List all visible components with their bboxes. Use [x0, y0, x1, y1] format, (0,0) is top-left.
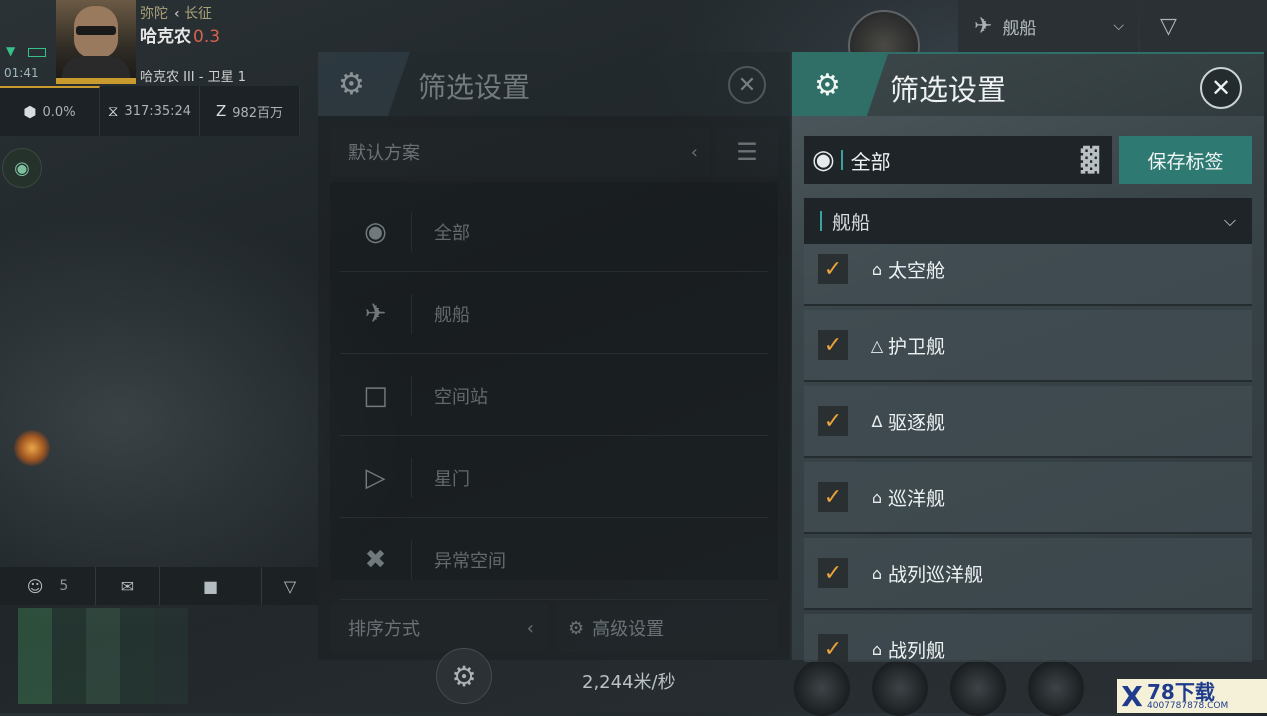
filter-settings-panel-background: ⚙ 筛选设置 ✕ 默认方案 ‹ ☰ ◉ 全部 ✈ 舰船 □ 空间站 ▷ 星门 ✖ 异常空间 …	[318, 52, 790, 660]
chevron-left-icon: ‹	[526, 617, 534, 639]
panel-header: ⚙ 筛选设置 ✕	[318, 52, 790, 116]
list-item[interactable]: ✓ ⌂ 太空舱	[804, 244, 1252, 306]
preset-dropdown[interactable]: 默认方案 ‹	[330, 128, 710, 176]
site-watermark: X 78下载 4007787878.COM	[1117, 679, 1267, 713]
list-item[interactable]: ✖ 异常空间	[340, 520, 768, 600]
cruiser-icon: ⌂	[871, 487, 883, 507]
current-location: 哈克农 III - 卫星 1	[140, 70, 246, 85]
gear-icon: ⚙	[568, 617, 585, 639]
eye-icon: ◉	[812, 145, 835, 175]
anomaly-icon: ✖	[340, 539, 412, 580]
filter-category-list: ◉ 全部 ✈ 舰船 □ 空间站 ▷ 星门 ✖ 异常空间	[330, 182, 778, 600]
stargate-icon: ▷	[340, 457, 412, 498]
chevron-down-icon: ⌵	[1113, 18, 1124, 34]
isk-balance[interactable]: Z 982百万	[200, 86, 300, 136]
location-pin-button[interactable]: ◉	[2, 148, 42, 188]
wifi-icon: ▼	[6, 44, 16, 58]
frigate-icon: △	[870, 335, 884, 355]
resource-bar: ⬢ 0.0% ⧖ 317:35:24 Z 982百万	[0, 86, 300, 136]
clock: 01:41	[4, 66, 39, 80]
panel-header: ⚙ 筛选设置 ✕	[792, 54, 1264, 116]
system-name[interactable]: 哈克农 0.3	[140, 22, 220, 47]
gear-icon: ⚙	[792, 54, 888, 116]
panel-title: 筛选设置	[418, 71, 531, 104]
close-button[interactable]: ✕	[728, 66, 766, 104]
square-icon: □	[340, 375, 412, 416]
gear-icon: ⚙	[318, 52, 410, 116]
chevron-down-icon: ⌵	[1223, 211, 1236, 230]
chevron-left-icon: ‹	[690, 141, 698, 163]
overview-filter-button[interactable]: ▽	[1140, 0, 1267, 52]
mail-button[interactable]: ✉	[96, 567, 160, 605]
hourglass-icon: ⧖	[107, 102, 119, 120]
members-button[interactable]: ☺ 5	[0, 567, 96, 605]
checkbox[interactable]: ✓	[818, 482, 848, 512]
skill-timer[interactable]: ⧖ 317:35:24	[100, 86, 200, 136]
battleship-icon: ⌂	[871, 639, 883, 659]
pod-icon: ⌂	[871, 259, 883, 279]
trash-icon[interactable]: ▓	[1068, 146, 1112, 174]
list-item[interactable]: ✓ ⌂ 战列舰	[804, 614, 1252, 662]
close-button[interactable]: ✕	[1200, 67, 1242, 109]
battlecruiser-icon: ⌂	[871, 563, 883, 583]
filter-settings-panel: ⚙ 筛选设置 ✕ ◉ 全部 ▓ 保存标签 舰船 ⌵ ✓ ⌂ 太空舱 ✓ △ 护卫…	[792, 52, 1264, 662]
list-item[interactable]: ◉ 全部	[340, 192, 768, 272]
person-icon: ☺	[26, 576, 44, 596]
security-status: 0.3	[193, 27, 221, 47]
logo-icon: X	[1121, 679, 1143, 713]
checkbox[interactable]: ✓	[818, 558, 848, 588]
funnel-icon: ▽	[283, 576, 297, 596]
cube-icon: ⬢	[23, 103, 37, 121]
menu-button[interactable]: ☰	[716, 128, 778, 176]
module-slot[interactable]	[794, 660, 850, 716]
battery-icon	[28, 48, 46, 57]
destroyer-icon: ∆	[871, 411, 883, 431]
chat-button[interactable]: ■	[160, 567, 262, 605]
chat-bar: ☺ 5 ✉ ■ ▽	[0, 567, 318, 605]
sort-dropdown[interactable]: 排序方式 ‹	[330, 604, 548, 652]
eye-icon: ◉	[340, 211, 412, 252]
list-item[interactable]: ✓ ⌂ 巡洋舰	[804, 462, 1252, 534]
module-slot[interactable]	[1028, 660, 1084, 716]
gear-icon: ⚙	[451, 659, 477, 693]
preset-selector[interactable]: ◉ 全部 ▓	[804, 136, 1112, 184]
checkbox[interactable]: ✓	[818, 406, 848, 436]
map-pin-icon: ◉	[14, 157, 30, 179]
checkbox[interactable]: ✓	[818, 254, 848, 284]
sun-marker[interactable]	[14, 430, 50, 466]
checkbox[interactable]: ✓	[818, 330, 848, 360]
chat-channel-preview	[18, 608, 188, 704]
chat-filter-button[interactable]: ▽	[262, 567, 318, 605]
cargo-stat[interactable]: ⬢ 0.0%	[0, 86, 100, 136]
ship-class-list: ✓ ⌂ 太空舱 ✓ △ 护卫舰 ✓ ∆ 驱逐舰 ✓ ⌂ 巡洋舰 ✓ ⌂ 战列巡洋…	[804, 244, 1252, 662]
list-item[interactable]: ✓ △ 护卫舰	[804, 310, 1252, 382]
panel-title: 筛选设置	[890, 73, 1007, 107]
overview-filter-dropdown[interactable]: ✈ 舰船 ⌵	[958, 0, 1138, 52]
close-icon: ✕	[1210, 74, 1232, 102]
list-item[interactable]: ✓ ⌂ 战列巡洋舰	[804, 538, 1252, 610]
module-slot[interactable]	[872, 660, 928, 716]
advanced-settings-button[interactable]: ⚙ 高级设置	[558, 604, 778, 652]
funnel-icon: ▽	[1160, 13, 1177, 39]
ship-icon: ✈	[340, 293, 412, 334]
region-label: 弥陀 ‹ 长征	[140, 6, 213, 22]
save-tag-button[interactable]: 保存标签	[1119, 136, 1252, 184]
chat-icon: ■	[202, 576, 219, 596]
ship-icon: ✈	[974, 13, 993, 39]
settings-button[interactable]: ⚙	[436, 648, 492, 704]
module-slot[interactable]	[950, 660, 1006, 716]
isk-icon: Z	[215, 102, 227, 120]
close-icon: ✕	[737, 72, 757, 98]
list-item[interactable]: □ 空间站	[340, 356, 768, 436]
checkbox[interactable]: ✓	[818, 634, 848, 662]
list-item[interactable]: ▷ 星门	[340, 438, 768, 518]
speed-readout: 2,244米/秒	[582, 672, 676, 693]
list-item[interactable]: ✓ ∆ 驱逐舰	[804, 386, 1252, 458]
character-portrait[interactable]	[56, 0, 136, 84]
category-dropdown[interactable]: 舰船 ⌵	[804, 198, 1252, 244]
list-item[interactable]: ✈ 舰船	[340, 274, 768, 354]
mail-icon: ✉	[120, 576, 135, 596]
hamburger-icon: ☰	[736, 138, 758, 166]
